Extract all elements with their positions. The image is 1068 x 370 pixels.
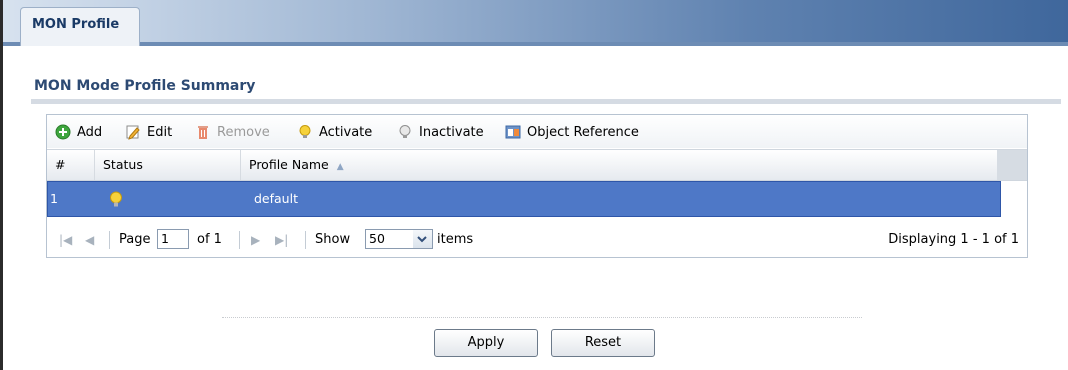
last-page-icon[interactable]: ▶| (275, 231, 288, 249)
top-banner: MON Profile (3, 0, 1068, 46)
remove-button[interactable]: Remove (195, 123, 270, 141)
reset-button[interactable]: Reset (551, 329, 655, 357)
add-icon (55, 124, 71, 140)
header-scroll-spacer (997, 149, 1027, 181)
bulb-on-icon (299, 125, 311, 138)
sort-ascending-icon: ▲ (336, 162, 344, 172)
add-label: Add (77, 124, 103, 140)
bulb-off-icon (399, 125, 411, 138)
next-page-icon[interactable]: ▶ (251, 231, 260, 249)
toolbar: Add Edit Remove Activate Inactivate Obje… (47, 115, 1027, 148)
object-reference-button[interactable]: Object Reference (505, 123, 639, 141)
footer-divider (222, 317, 862, 318)
section-divider (31, 99, 1061, 104)
inactivate-button[interactable]: Inactivate (397, 123, 484, 141)
table-row[interactable]: 1 default (47, 181, 1001, 217)
inactivate-label: Inactivate (419, 124, 484, 140)
page-count-label: of 1 (197, 232, 222, 247)
page-label: Page (119, 232, 151, 247)
chevron-down-icon (417, 236, 427, 243)
pagination-bar: |◀ ◀ Page 1 of 1 ▶ ▶| Show 50 items Disp… (47, 224, 1027, 256)
tab-label: MON Profile (32, 17, 120, 32)
edit-label: Edit (147, 124, 173, 140)
page-number-input[interactable]: 1 (157, 229, 189, 249)
edit-icon (126, 125, 140, 140)
add-button[interactable]: Add (55, 123, 102, 141)
edit-button[interactable]: Edit (125, 123, 172, 141)
profile-table-panel: Add Edit Remove Activate Inactivate Obje… (46, 114, 1028, 258)
column-header-profile-name[interactable]: Profile Name ▲ (241, 150, 997, 180)
column-header-status[interactable]: Status (95, 150, 241, 180)
profile-name-cell: default (254, 191, 298, 206)
remove-label: Remove (217, 124, 270, 140)
pager-divider (305, 231, 306, 249)
pager-divider (239, 231, 240, 249)
table-header: # Status Profile Name ▲ (47, 149, 997, 181)
row-index: 1 (50, 191, 58, 206)
object-reference-icon (505, 125, 521, 139)
previous-page-icon[interactable]: ◀ (85, 231, 94, 249)
banner-strip (3, 42, 1068, 46)
apply-button[interactable]: Apply (434, 329, 538, 357)
items-label: items (437, 232, 474, 247)
items-per-page-dropdown[interactable] (413, 229, 433, 249)
displaying-count: Displaying 1 - 1 of 1 (888, 232, 1019, 247)
first-page-icon[interactable]: |◀ (59, 231, 72, 249)
pager-divider (109, 231, 110, 249)
tab-mon-profile[interactable]: MON Profile (20, 7, 140, 46)
section-title: MON Mode Profile Summary (34, 78, 256, 94)
column-header-index[interactable]: # (47, 150, 95, 180)
activate-label: Activate (319, 124, 373, 140)
activate-button[interactable]: Activate (297, 123, 372, 141)
trash-icon (198, 126, 208, 139)
profile-name-header-label: Profile Name (249, 157, 329, 172)
items-per-page-select[interactable]: 50 (365, 229, 413, 249)
object-reference-label: Object Reference (527, 124, 639, 140)
bulb-on-icon (110, 191, 122, 207)
show-label: Show (315, 232, 351, 247)
